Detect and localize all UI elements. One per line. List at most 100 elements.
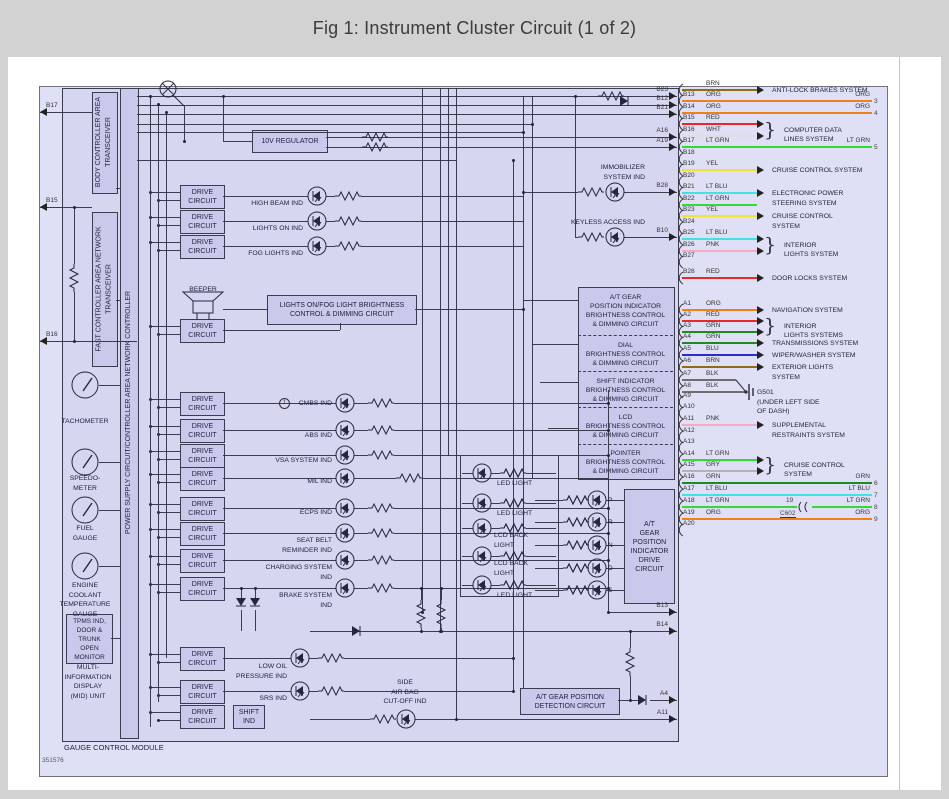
connector-a-pin-A1: A1 xyxy=(683,300,691,307)
drive-feed-wire xyxy=(158,334,180,335)
connector-a-pin-A20: A20 xyxy=(683,520,695,527)
junction-dot xyxy=(607,611,610,614)
resistor xyxy=(624,648,636,676)
led-row-wire xyxy=(526,473,556,474)
connector-a-pin-A4: A4 xyxy=(683,333,691,340)
connector-a-pin-A10: A10 xyxy=(683,403,695,410)
junction-dot xyxy=(222,95,225,98)
edge-pin-arrow-icon xyxy=(669,715,676,723)
colored-wire xyxy=(682,482,872,484)
connector-b-pin-B28: B28 xyxy=(683,268,695,275)
junction-dot xyxy=(522,308,525,311)
diode-icon xyxy=(236,598,246,610)
resistor xyxy=(563,539,589,551)
edge-pin-B14: B14 xyxy=(638,621,668,628)
resistor xyxy=(368,582,394,594)
indicator-wire xyxy=(354,560,368,561)
wire xyxy=(99,510,120,511)
wire-color-label: RED xyxy=(706,311,720,318)
resistor xyxy=(368,449,394,461)
wire xyxy=(116,300,120,301)
indicator-wire xyxy=(223,533,336,534)
wire xyxy=(137,105,677,106)
connector-b-pin-B22: B22 xyxy=(683,195,695,202)
wire xyxy=(441,588,442,600)
system-arrow-icon xyxy=(757,317,764,325)
wire-color-label: LT GRN xyxy=(706,497,729,504)
connector-position-number: 19 xyxy=(786,497,793,504)
edge-pin-arrow-icon xyxy=(40,337,47,345)
junction-dot xyxy=(420,630,423,633)
system-arrow-icon xyxy=(757,235,764,243)
charging-system-ind-label: CHARGING SYSTEM IND xyxy=(242,563,332,582)
edge-pin-arrow-icon xyxy=(40,203,47,211)
junction-dot xyxy=(183,140,186,143)
junction-dot xyxy=(73,206,76,209)
fuel-gauge-label: FUEL GAUGE xyxy=(40,524,130,543)
keyless-access-ind-label: KEYLESS ACCESS IND xyxy=(545,218,645,228)
led-indicator-symbol xyxy=(604,226,626,248)
drive-circuit-box: DRIVE CIRCUIT xyxy=(180,319,225,343)
connector-b-pin-B23: B23 xyxy=(683,206,695,213)
junction-dot xyxy=(607,587,610,590)
diagram-layer: GAUGE CONTROL MODULE351576POWER SUPPLY C… xyxy=(0,0,949,799)
coolant-temp-gauge-label: ENGINE COOLANT TEMPERATURE GAUGE xyxy=(40,581,130,619)
wire xyxy=(150,96,151,727)
led-indicator-symbol xyxy=(334,444,356,466)
edge-pin-arrow-icon xyxy=(669,188,676,196)
junction-dot xyxy=(157,719,160,722)
screenshot-root: Fig 1: Instrument Cluster Circuit (1 of … xyxy=(0,0,949,799)
wire xyxy=(223,141,252,142)
edge-pin-B23: B23 xyxy=(638,86,668,93)
gear-letter-D: D xyxy=(608,564,613,574)
colored-wire xyxy=(812,506,872,508)
led-indicator-symbol xyxy=(289,680,311,702)
led-indicator-symbol xyxy=(334,419,356,441)
dimming-section-1: DIAL BRIGHTNESS CONTROL & DIMMING CIRCUI… xyxy=(578,335,673,372)
connector-a-pin-A5: A5 xyxy=(683,345,691,352)
low-oil-pressure-ind-label: LOW OIL PRESSURE IND xyxy=(197,662,287,681)
edge-pin-B16: B16 xyxy=(46,331,58,338)
system-arrow-icon xyxy=(757,166,764,174)
edge-pin-B13: B13 xyxy=(638,602,668,609)
indicator-wire xyxy=(354,588,368,589)
resistor xyxy=(368,554,394,566)
indicator-wire xyxy=(354,430,368,431)
connector-a-pin-A16: A16 xyxy=(683,473,695,480)
wire xyxy=(540,382,578,383)
led-indicator-symbol xyxy=(334,467,356,489)
junction-dot xyxy=(607,402,610,405)
wire xyxy=(440,88,441,631)
brace-icon: } xyxy=(764,454,776,476)
edge-pin-A4: A4 xyxy=(638,690,668,697)
lights-dimming-box: LIGHTS ON/FOG LIGHT BRIGHTNESS CONTROL &… xyxy=(267,295,417,325)
srs-ind-label: SRS IND xyxy=(197,694,287,704)
tachometer-label: TACHOMETER xyxy=(40,417,130,427)
at-gear-drive-box: A/T GEAR POSITION INDICATOR DRIVE CIRCUI… xyxy=(624,489,675,604)
wire xyxy=(415,309,523,310)
system-arrow-icon xyxy=(757,132,764,140)
edge-pin-A11: A11 xyxy=(638,709,668,716)
indicator-wire xyxy=(223,658,291,659)
wire xyxy=(40,207,92,208)
drive-feed-wire xyxy=(150,504,180,505)
led-indicator-symbol xyxy=(334,497,356,519)
connector-b-pin-B16: B16 xyxy=(683,126,695,133)
connector-a-pin-A14: A14 xyxy=(683,450,695,457)
junction-dot xyxy=(607,532,610,535)
resistor xyxy=(368,502,394,514)
dimming-section-0: A/T GEAR POSITION INDICATOR BRIGHTNESS C… xyxy=(578,287,673,335)
junction-dot xyxy=(607,559,610,562)
drive-circuit-box: DRIVE CIRCUIT xyxy=(180,467,225,491)
edge-pin-B17: B17 xyxy=(46,102,58,109)
wire-color-label: LT GRN xyxy=(706,195,729,202)
document-number: 351576 xyxy=(42,756,64,766)
wire-exit-number: 9 xyxy=(874,516,878,523)
led-indicator-symbol xyxy=(334,577,356,599)
drive-feed-wire xyxy=(150,474,180,475)
led-indicator-symbol xyxy=(604,181,626,203)
resistor xyxy=(563,516,589,528)
resistor xyxy=(500,522,526,534)
system-label: DOOR LOCKS SYSTEM xyxy=(772,274,847,284)
colored-wire xyxy=(682,366,757,368)
